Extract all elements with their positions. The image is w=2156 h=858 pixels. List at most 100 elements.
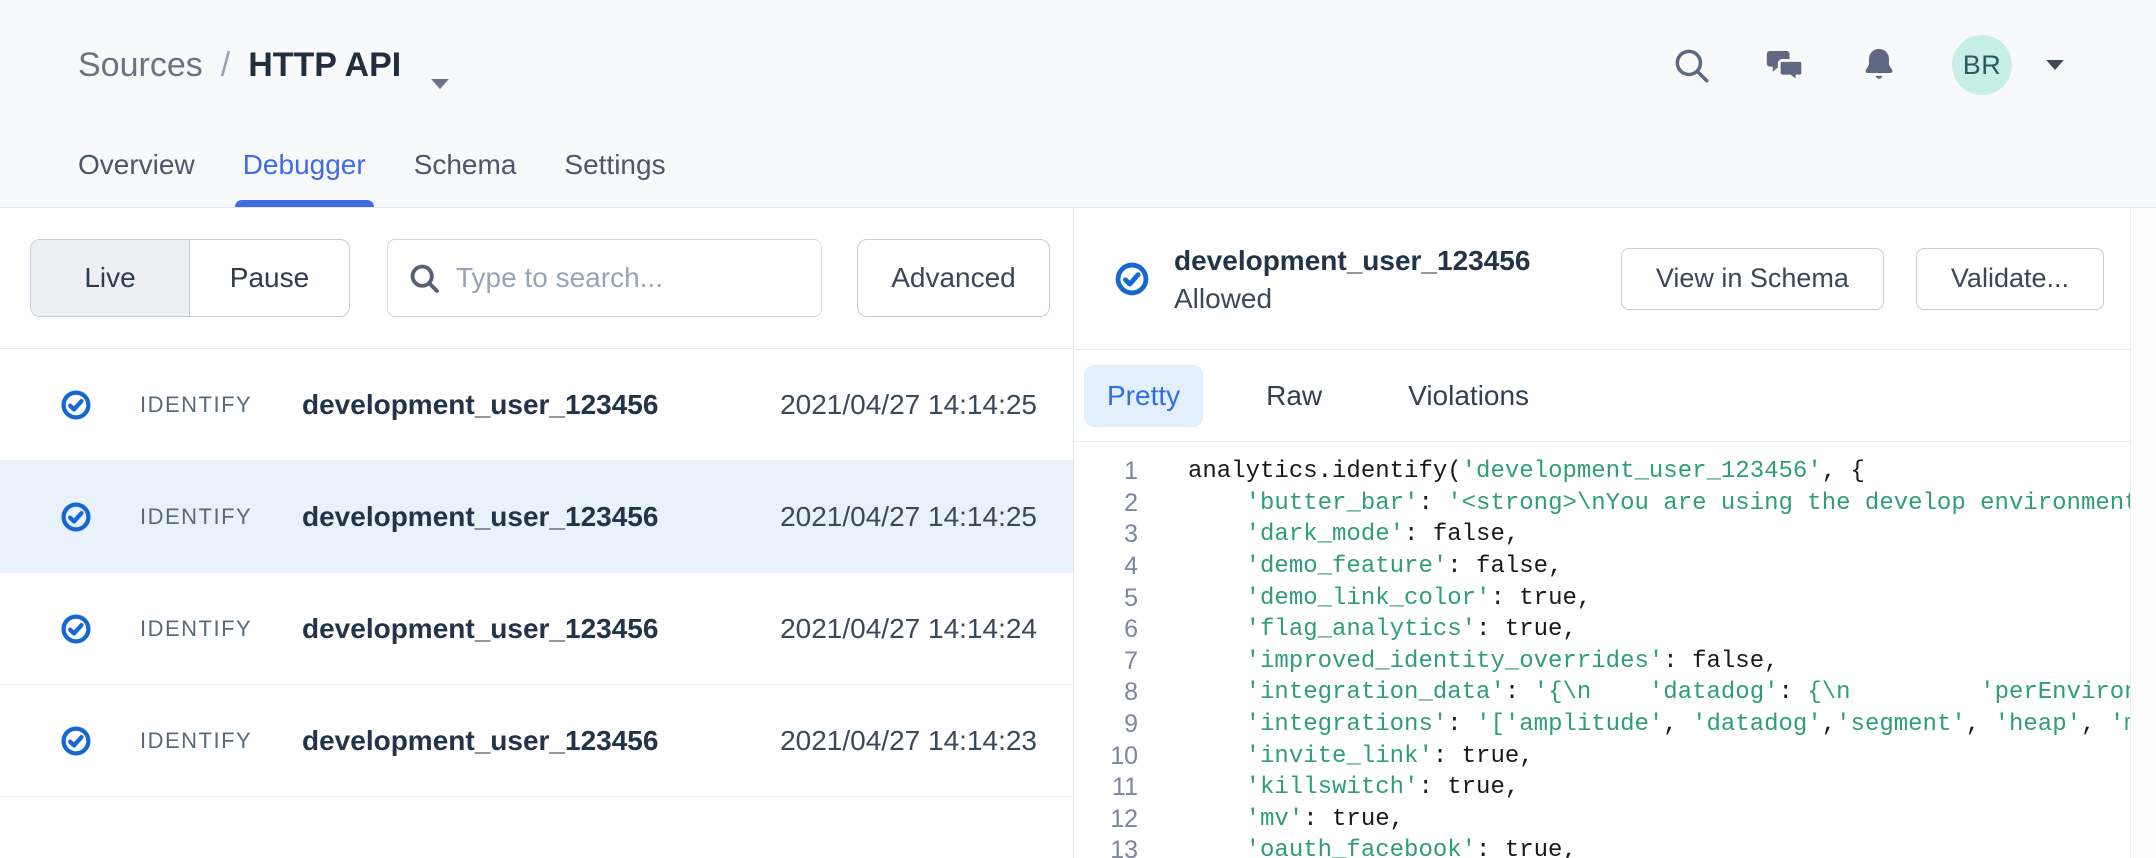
line-number: 7 <box>1074 647 1138 676</box>
code-line: 3 'dark_mode': false, <box>1074 519 2130 551</box>
line-number: 1 <box>1074 457 1138 486</box>
view-in-schema-button[interactable]: View in Schema <box>1621 248 1884 310</box>
event-name: development_user_123456 <box>302 725 658 757</box>
detail-tab-raw[interactable]: Raw <box>1243 365 1345 427</box>
validate-button[interactable]: Validate... <box>1916 248 2104 310</box>
search-input-icon <box>406 260 442 296</box>
detail-event-title: development_user_123456 <box>1174 241 1530 281</box>
line-number: 9 <box>1074 710 1138 739</box>
line-number: 11 <box>1074 773 1138 802</box>
notifications-bell-icon[interactable] <box>1858 44 1900 86</box>
header-actions: BR <box>1670 35 2066 95</box>
check-circle-icon <box>60 389 92 421</box>
scrollbar-gutter[interactable] <box>2130 208 2156 858</box>
account-menu-caret-down-icon[interactable] <box>2044 58 2066 72</box>
event-row[interactable]: IDENTIFYdevelopment_user_1234562021/04/2… <box>0 461 1073 573</box>
code-text: 'invite_link': true, <box>1188 743 1534 770</box>
event-type-label: IDENTIFY <box>140 616 302 642</box>
code-line: 9 'integrations': '['amplitude', 'datado… <box>1074 709 2130 741</box>
code-line: 1 analytics.identify('development_user_12… <box>1074 456 2130 488</box>
code-text: 'improved_identity_overrides': false, <box>1188 648 1779 675</box>
line-number: 6 <box>1074 615 1138 644</box>
code-line: 2 'butter_bar': '<strong>\nYou are using… <box>1074 488 2130 520</box>
list-controls: Live Pause Advanced <box>0 208 1073 349</box>
source-switcher-caret-down-icon[interactable] <box>429 61 451 75</box>
event-row[interactable]: IDENTIFYdevelopment_user_123456 2021/04/2… <box>0 573 1073 685</box>
messages-icon[interactable] <box>1764 44 1806 86</box>
line-number: 2 <box>1074 489 1138 518</box>
line-number: 3 <box>1074 520 1138 549</box>
code-line: 12 'mv': true, <box>1074 804 2130 836</box>
avatar-initials: BR <box>1963 50 2002 81</box>
search-box <box>387 239 822 317</box>
code-text: 'dark_mode': false, <box>1188 521 1519 548</box>
event-name: development_user_123456 <box>302 613 658 645</box>
event-detail-panel: development_user_123456 Allowed View in … <box>1074 208 2156 858</box>
line-number: 13 <box>1074 836 1138 858</box>
breadcrumb-current-source: HTTP API <box>248 46 401 85</box>
search-input[interactable] <box>456 262 803 294</box>
tab-debugger[interactable]: Debugger <box>243 149 366 207</box>
line-number: 12 <box>1074 805 1138 834</box>
detail-tabs: Pretty Raw Violations <box>1074 350 2130 442</box>
event-name: development_user_123456 <box>302 501 658 533</box>
code-text: 'demo_link_color': true, <box>1188 585 1591 612</box>
check-circle-icon <box>60 501 92 533</box>
code-line: 4 'demo_feature': false, <box>1074 551 2130 583</box>
event-type-label: IDENTIFY <box>140 728 302 754</box>
code-text: 'integrations': '['amplitude', 'datadog'… <box>1188 711 2130 738</box>
breadcrumb: Sources / HTTP API <box>78 46 451 85</box>
event-timestamp: 2021/04/27 14:14:24 <box>780 613 1037 645</box>
content: Live Pause Advanced IDENTIFYdevelopment_… <box>0 208 2156 858</box>
payload-code-viewer: 1 analytics.identify('development_user_12… <box>1074 442 2130 858</box>
event-detail-content: development_user_123456 Allowed View in … <box>1074 208 2130 858</box>
event-timestamp: 2021/04/27 14:14:23 <box>780 725 1037 757</box>
code-text: 'butter_bar': '<strong>\nYou are using t… <box>1188 490 2130 517</box>
advanced-button[interactable]: Advanced <box>857 239 1050 317</box>
tab-settings[interactable]: Settings <box>564 149 665 207</box>
detail-status-badge: Allowed <box>1174 281 1530 317</box>
event-type-label: IDENTIFY <box>140 392 302 418</box>
code-text: analytics.identify('development_user_123… <box>1188 458 1865 485</box>
search-icon[interactable] <box>1670 44 1712 86</box>
line-number: 8 <box>1074 678 1138 707</box>
code-text: 'killswitch': true, <box>1188 774 1519 801</box>
tab-schema[interactable]: Schema <box>414 149 517 207</box>
breadcrumb-section[interactable]: Sources <box>78 46 203 85</box>
code-text: 'flag_analytics': true, <box>1188 616 1577 643</box>
header-top-row: Sources / HTTP API BR <box>0 0 2156 104</box>
breadcrumb-separator: / <box>221 46 230 85</box>
detail-header: development_user_123456 Allowed View in … <box>1074 208 2130 350</box>
event-row[interactable]: IDENTIFYdevelopment_user_123456 2021/04/2… <box>0 685 1073 797</box>
live-button[interactable]: Live <box>31 240 190 316</box>
tab-overview[interactable]: Overview <box>78 149 195 207</box>
detail-actions: View in Schema Validate... <box>1621 248 2104 310</box>
line-number: 5 <box>1074 584 1138 613</box>
event-row[interactable]: IDENTIFYdevelopment_user_1234562021/04/2… <box>0 349 1073 461</box>
main-tabs: Overview Debugger Schema Settings <box>78 149 666 207</box>
code-line: 6 'flag_analytics': true, <box>1074 614 2130 646</box>
detail-tab-violations[interactable]: Violations <box>1385 365 1552 427</box>
avatar[interactable]: BR <box>1952 35 2012 95</box>
allowed-check-circle-icon <box>1114 261 1150 297</box>
code-line: 13 'oauth_facebook': true, <box>1074 835 2130 858</box>
code-line: 11 'killswitch': true, <box>1074 772 2130 804</box>
code-line: 7 'improved_identity_overrides': false, <box>1074 646 2130 678</box>
code-line: 5 'demo_link_color': true, <box>1074 582 2130 614</box>
event-name: development_user_123456 <box>302 389 658 421</box>
code-line: 8 'integration_data': '{\n 'datadog': {\… <box>1074 677 2130 709</box>
code-text: 'oauth_facebook': true, <box>1188 837 1577 858</box>
line-number: 10 <box>1074 742 1138 771</box>
check-circle-icon <box>60 613 92 645</box>
line-number: 4 <box>1074 552 1138 581</box>
event-list: IDENTIFYdevelopment_user_1234562021/04/2… <box>0 349 1073 858</box>
check-circle-icon <box>60 725 92 757</box>
code-text: 'mv': true, <box>1188 806 1404 833</box>
debugger-event-list-panel: Live Pause Advanced IDENTIFYdevelopment_… <box>0 208 1074 858</box>
live-pause-toggle: Live Pause <box>30 239 350 317</box>
code-text: 'integration_data': '{\n 'datadog': {\n … <box>1188 679 2130 706</box>
event-timestamp: 2021/04/27 14:14:25 <box>780 501 1037 533</box>
pause-button[interactable]: Pause <box>190 240 349 316</box>
detail-titles: development_user_123456 Allowed <box>1174 241 1530 317</box>
detail-tab-pretty[interactable]: Pretty <box>1084 365 1203 427</box>
